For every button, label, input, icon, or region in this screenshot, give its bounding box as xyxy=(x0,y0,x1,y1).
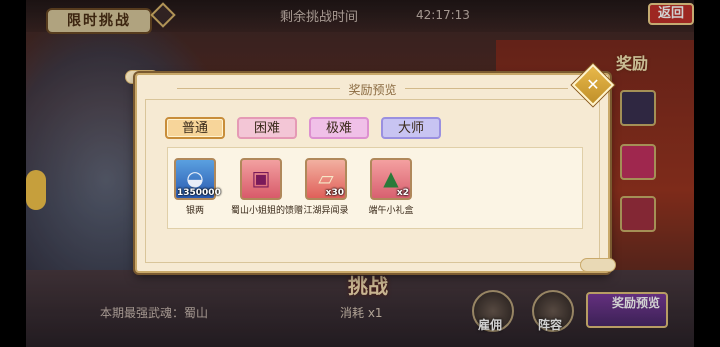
item-count: x30 xyxy=(325,188,344,198)
item-name: 蜀山小姐姐的馈赠 xyxy=(231,206,304,216)
item-count: x2 xyxy=(396,188,409,198)
tab-normal[interactable]: 普通 xyxy=(165,117,225,139)
close-icon[interactable]: ✕ xyxy=(582,74,604,96)
tab-master[interactable]: 大师 xyxy=(381,117,441,139)
item-name: 银两 xyxy=(185,206,204,216)
tab-hard[interactable]: 困难 xyxy=(237,117,297,139)
reward-item[interactable]: ▣ 蜀山小姐姐的馈赠 xyxy=(231,158,304,216)
modal-title: 奖励预览 xyxy=(340,81,405,99)
item-count: 1350000 xyxy=(177,188,221,198)
reward-item[interactable]: ◒ 1350000 银两 xyxy=(165,158,225,216)
tab-extreme[interactable]: 极难 xyxy=(309,117,369,139)
silver-ingot-icon: ◒ 1350000 xyxy=(174,158,221,200)
zongzi-gift-icon: ▲ x2 xyxy=(370,158,412,200)
item-name: 端午小礼盒 xyxy=(368,206,414,216)
reward-item[interactable]: ▲ x2 端午小礼盒 xyxy=(361,158,421,216)
corner-decoration xyxy=(580,258,616,272)
gift-chest-icon: ▣ xyxy=(240,158,282,200)
item-name: 江湖异闻录 xyxy=(303,206,349,216)
book-icon: ▱ x30 xyxy=(305,158,347,200)
reward-item[interactable]: ▱ x30 江湖异闻录 xyxy=(296,158,356,216)
